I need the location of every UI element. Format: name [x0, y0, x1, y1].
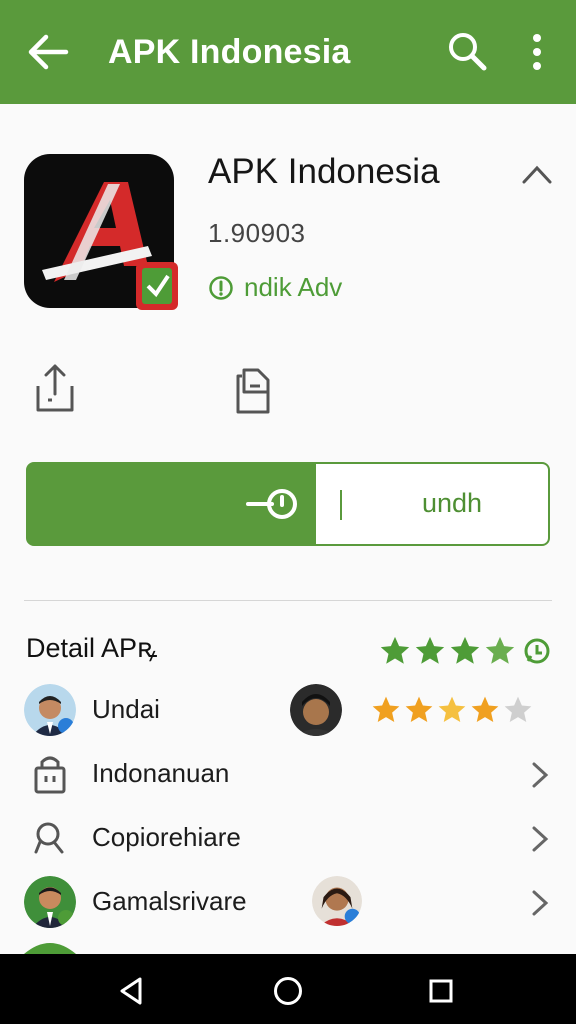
list-item[interactable]: Copiorehiare: [0, 808, 576, 868]
rating-stars: [370, 694, 535, 726]
star-icon: [438, 696, 466, 722]
avatar: [24, 876, 76, 928]
chevron-right-icon: [532, 890, 549, 916]
section-title: Detail APꝶ: [26, 633, 158, 663]
info-icon: [209, 275, 233, 300]
download-progress-icon: [246, 489, 297, 519]
apk-logo-icon: [24, 154, 178, 310]
rating-stars: [378, 634, 552, 668]
update-label: undh: [421, 488, 483, 518]
star-icon: [485, 636, 515, 664]
share-icon[interactable]: [30, 362, 80, 416]
list-item-label: Indonanuan: [92, 758, 230, 788]
avatar: [312, 876, 362, 926]
avatar: [290, 684, 342, 736]
star-icon: [504, 696, 532, 722]
recents-square-icon[interactable]: [424, 974, 458, 1008]
star-icon: [372, 696, 400, 722]
star-icon: [415, 636, 445, 664]
search-icon[interactable]: [446, 30, 490, 74]
back-triangle-icon[interactable]: [114, 974, 148, 1008]
update-label-box: undh: [316, 464, 548, 544]
chevron-up-icon[interactable]: [520, 162, 554, 186]
avatar: [24, 943, 76, 954]
app-version: 1.90903: [208, 218, 306, 248]
chat-icon[interactable]: [522, 636, 552, 666]
list-item[interactable]: Indonanuan: [0, 744, 576, 804]
chevron-right-icon: [532, 762, 549, 788]
list-item[interactable]: Undai: [0, 680, 576, 740]
arrow-left-icon[interactable]: [26, 32, 70, 72]
star-icon: [380, 636, 410, 664]
star-icon: [405, 696, 433, 722]
star-icon: [471, 696, 499, 722]
app-detail-content: APK Indonesia 1.90903 ndik Adv undh Deta…: [0, 104, 576, 954]
lock-icon: [34, 756, 66, 794]
chevron-right-icon: [532, 826, 549, 852]
star-icon: [450, 636, 480, 664]
divider: [24, 600, 552, 601]
more-vertical-icon[interactable]: [522, 30, 552, 74]
system-nav-bar: [0, 954, 576, 1024]
list-item-label: Undai: [92, 694, 160, 724]
page-title: APK Indonesia: [108, 33, 351, 71]
app-bar: APK Indonesia: [0, 0, 576, 104]
list-item[interactable]: Gamalsrivare: [0, 872, 576, 932]
developer-name: ndik Adv: [244, 272, 343, 302]
developer-link[interactable]: ndik Adv: [208, 272, 342, 303]
home-circle-icon[interactable]: [271, 974, 305, 1008]
avatar: [24, 684, 76, 736]
clipboard-icon[interactable]: [228, 362, 278, 416]
list-item-label: Copiorehiare: [92, 822, 241, 852]
list-item-label: Gamalsrivare: [92, 886, 247, 916]
app-name: APK Indonesia: [208, 152, 440, 191]
update-button[interactable]: undh: [26, 462, 550, 546]
search-document-icon: [34, 822, 64, 854]
